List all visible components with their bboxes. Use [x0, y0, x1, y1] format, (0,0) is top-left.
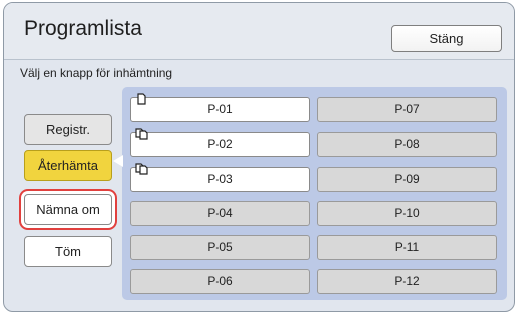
program-button-p12[interactable]: P-12 [317, 269, 497, 294]
program-button-p10[interactable]: P-10 [317, 201, 497, 226]
program-button-p07[interactable]: P-07 [317, 97, 497, 122]
program-label: P-09 [394, 172, 420, 186]
retrieve-button[interactable]: Återhämta [24, 150, 112, 181]
program-label: P-04 [207, 206, 233, 220]
program-button-p02[interactable]: P-02 [130, 128, 310, 157]
program-label: P-05 [207, 240, 233, 254]
program-label: P-02 [207, 137, 233, 151]
retrieve-pointer-arrow [113, 155, 123, 167]
program-label: P-07 [394, 102, 420, 116]
program-button-p01[interactable]: P-01 [130, 93, 310, 122]
program-button-p09[interactable]: P-09 [317, 167, 497, 192]
program-button-p04[interactable]: P-04 [130, 201, 310, 226]
register-button[interactable]: Registr. [24, 114, 112, 145]
program-button-p06[interactable]: P-06 [130, 269, 310, 294]
close-button[interactable]: Stäng [391, 25, 502, 52]
program-label: P-12 [394, 274, 420, 288]
program-label: P-11 [394, 240, 420, 254]
program-button-p05[interactable]: P-05 [130, 235, 310, 260]
program-label: P-03 [207, 172, 233, 186]
program-label: P-06 [207, 274, 233, 288]
title-bar: Programlista Stäng [4, 3, 514, 60]
multi-document-icon [135, 163, 148, 175]
program-label: P-01 [207, 102, 233, 116]
page-title: Programlista [24, 17, 142, 40]
program-button-p03[interactable]: P-03 [130, 163, 310, 192]
single-document-icon [137, 93, 146, 105]
program-button-p11[interactable]: P-11 [317, 235, 497, 260]
rename-button[interactable]: Nämna om [24, 194, 112, 225]
multi-document-icon [135, 128, 148, 140]
instruction-text: Välj en knapp för inhämtning [20, 66, 173, 80]
program-label: P-10 [394, 206, 420, 220]
program-label: P-08 [394, 137, 420, 151]
clear-button[interactable]: Töm [24, 236, 112, 267]
program-button-p08[interactable]: P-08 [317, 132, 497, 157]
